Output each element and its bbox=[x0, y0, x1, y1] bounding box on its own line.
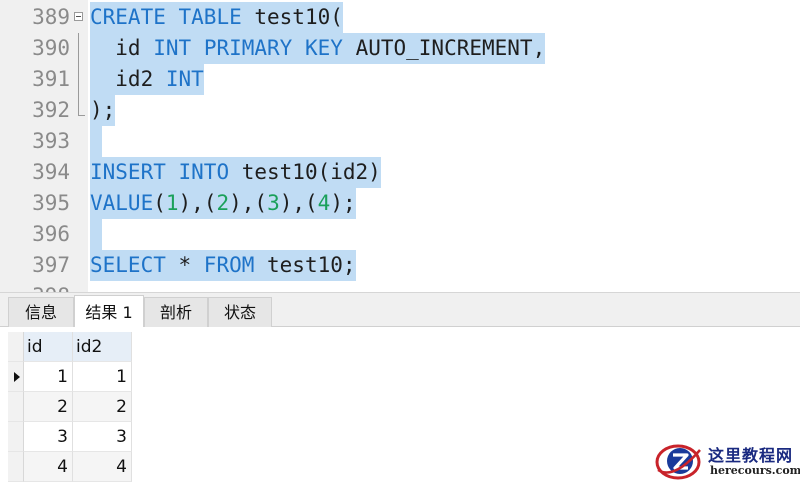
sql-keyword: PRIMARY bbox=[203, 36, 293, 60]
sql-number: 3 bbox=[267, 191, 280, 215]
line-number: 398 bbox=[0, 281, 70, 292]
sql-keyword: KEY bbox=[304, 36, 343, 60]
fold-guide-icon bbox=[74, 95, 86, 126]
line-number: 392 bbox=[32, 98, 70, 122]
tab-result-1[interactable]: 结果 1 bbox=[74, 295, 144, 328]
sql-keyword: INT bbox=[165, 67, 204, 91]
row-selector[interactable] bbox=[8, 362, 24, 392]
watermark-site-name: 这里教程网 bbox=[708, 446, 794, 465]
code-line[interactable]: 397 SELECT * FROM test10; bbox=[0, 250, 800, 281]
line-number: 389 bbox=[32, 5, 70, 29]
code-line[interactable]: 390 id INT PRIMARY KEY AUTO_INCREMENT, bbox=[0, 33, 800, 64]
code-line[interactable]: 396 bbox=[0, 219, 800, 250]
row-selector[interactable] bbox=[8, 392, 24, 422]
table-cell[interactable]: 2 bbox=[24, 392, 73, 422]
line-number: 393 bbox=[32, 129, 70, 153]
code-text: id2 INT bbox=[90, 64, 204, 95]
table-cell[interactable]: 1 bbox=[24, 362, 73, 392]
sql-keyword: SELECT bbox=[90, 253, 166, 277]
sql-text: ),( bbox=[178, 191, 217, 215]
sql-keyword: INT bbox=[153, 36, 192, 60]
tab-info[interactable]: 信息 bbox=[8, 297, 74, 327]
sql-text: * bbox=[165, 253, 204, 277]
sql-keyword: TABLE bbox=[178, 5, 242, 29]
row-header-corner bbox=[8, 332, 24, 362]
sql-text: ),( bbox=[279, 191, 318, 215]
sql-text: id bbox=[90, 36, 154, 60]
fold-guide-icon bbox=[74, 33, 86, 64]
code-text: INSERT INTO test10(id2) bbox=[90, 157, 381, 188]
sql-text: test10( bbox=[241, 5, 343, 29]
watermark-logo-icon bbox=[655, 444, 701, 480]
sql-keyword: INSERT bbox=[90, 160, 166, 184]
watermark-site-url: herecours.com bbox=[710, 464, 800, 477]
row-selector[interactable] bbox=[8, 452, 24, 482]
table-cell[interactable]: 1 bbox=[73, 362, 132, 392]
sql-text: ( bbox=[153, 191, 166, 215]
line-number: 391 bbox=[32, 67, 70, 91]
sql-number: 4 bbox=[317, 191, 331, 215]
code-text: ); bbox=[90, 95, 116, 126]
line-number: 390 bbox=[32, 36, 70, 60]
line-number: 394 bbox=[32, 160, 70, 184]
table-cell[interactable]: 4 bbox=[73, 452, 132, 482]
code-line[interactable]: 398 bbox=[0, 281, 800, 292]
sql-text: AUTO_INCREMENT, bbox=[342, 36, 546, 60]
site-watermark: 这里教程网 herecours.com bbox=[654, 438, 800, 484]
sql-number: 1 bbox=[165, 191, 179, 215]
sql-text: test10; bbox=[254, 253, 356, 277]
code-line[interactable]: 395 VALUE(1),(2),(3),(4); bbox=[0, 188, 800, 219]
code-line[interactable]: 392); bbox=[0, 95, 800, 126]
tab-status[interactable]: 状态 bbox=[208, 297, 272, 327]
sql-keyword: VALUE bbox=[90, 191, 154, 215]
selected-empty-line bbox=[90, 126, 102, 157]
code-line[interactable]: 394 INSERT INTO test10(id2) bbox=[0, 157, 800, 188]
line-number: 395 bbox=[32, 191, 70, 215]
sql-keyword: INTO bbox=[178, 160, 230, 184]
line-number: 397 bbox=[32, 253, 70, 277]
fold-guide-icon bbox=[74, 64, 86, 95]
sql-editor[interactable]: 389 CREATE TABLE test10(390 id INT PRIMAR… bbox=[0, 0, 800, 292]
code-text: SELECT * FROM test10; bbox=[90, 250, 356, 281]
line-number: 396 bbox=[32, 222, 70, 246]
row-selector[interactable] bbox=[8, 422, 24, 452]
sql-keyword: FROM bbox=[203, 253, 255, 277]
sql-keyword: CREATE bbox=[90, 5, 166, 29]
selected-empty-line bbox=[90, 219, 102, 250]
code-text: VALUE(1),(2),(3),(4); bbox=[90, 188, 356, 219]
column-header-id[interactable]: id bbox=[24, 332, 73, 362]
table-cell[interactable]: 3 bbox=[24, 422, 73, 452]
column-header-id2[interactable]: id2 bbox=[73, 332, 132, 362]
sql-number: 2 bbox=[216, 191, 230, 215]
sql-text: ),( bbox=[229, 191, 268, 215]
table-cell[interactable]: 2 bbox=[73, 392, 132, 422]
code-text: id INT PRIMARY KEY AUTO_INCREMENT, bbox=[90, 33, 546, 64]
code-text: CREATE TABLE test10( bbox=[90, 2, 343, 33]
tab-profile[interactable]: 剖析 bbox=[144, 297, 208, 327]
sql-text: ); bbox=[330, 191, 356, 215]
fold-toggle-icon[interactable] bbox=[74, 2, 86, 33]
result-tab-bar: 信息 结果 1 剖析 状态 bbox=[0, 292, 800, 328]
sql-text: ); bbox=[90, 98, 116, 122]
code-line[interactable]: 393 bbox=[0, 126, 800, 157]
sql-text: test10(id2) bbox=[229, 160, 381, 184]
code-line[interactable]: 391 id2 INT bbox=[0, 64, 800, 95]
sql-text: id2 bbox=[90, 67, 166, 91]
table-cell[interactable]: 3 bbox=[73, 422, 132, 452]
code-line[interactable]: 389 CREATE TABLE test10( bbox=[0, 2, 800, 33]
current-row-arrow-icon bbox=[14, 372, 20, 382]
table-cell[interactable]: 4 bbox=[24, 452, 73, 482]
